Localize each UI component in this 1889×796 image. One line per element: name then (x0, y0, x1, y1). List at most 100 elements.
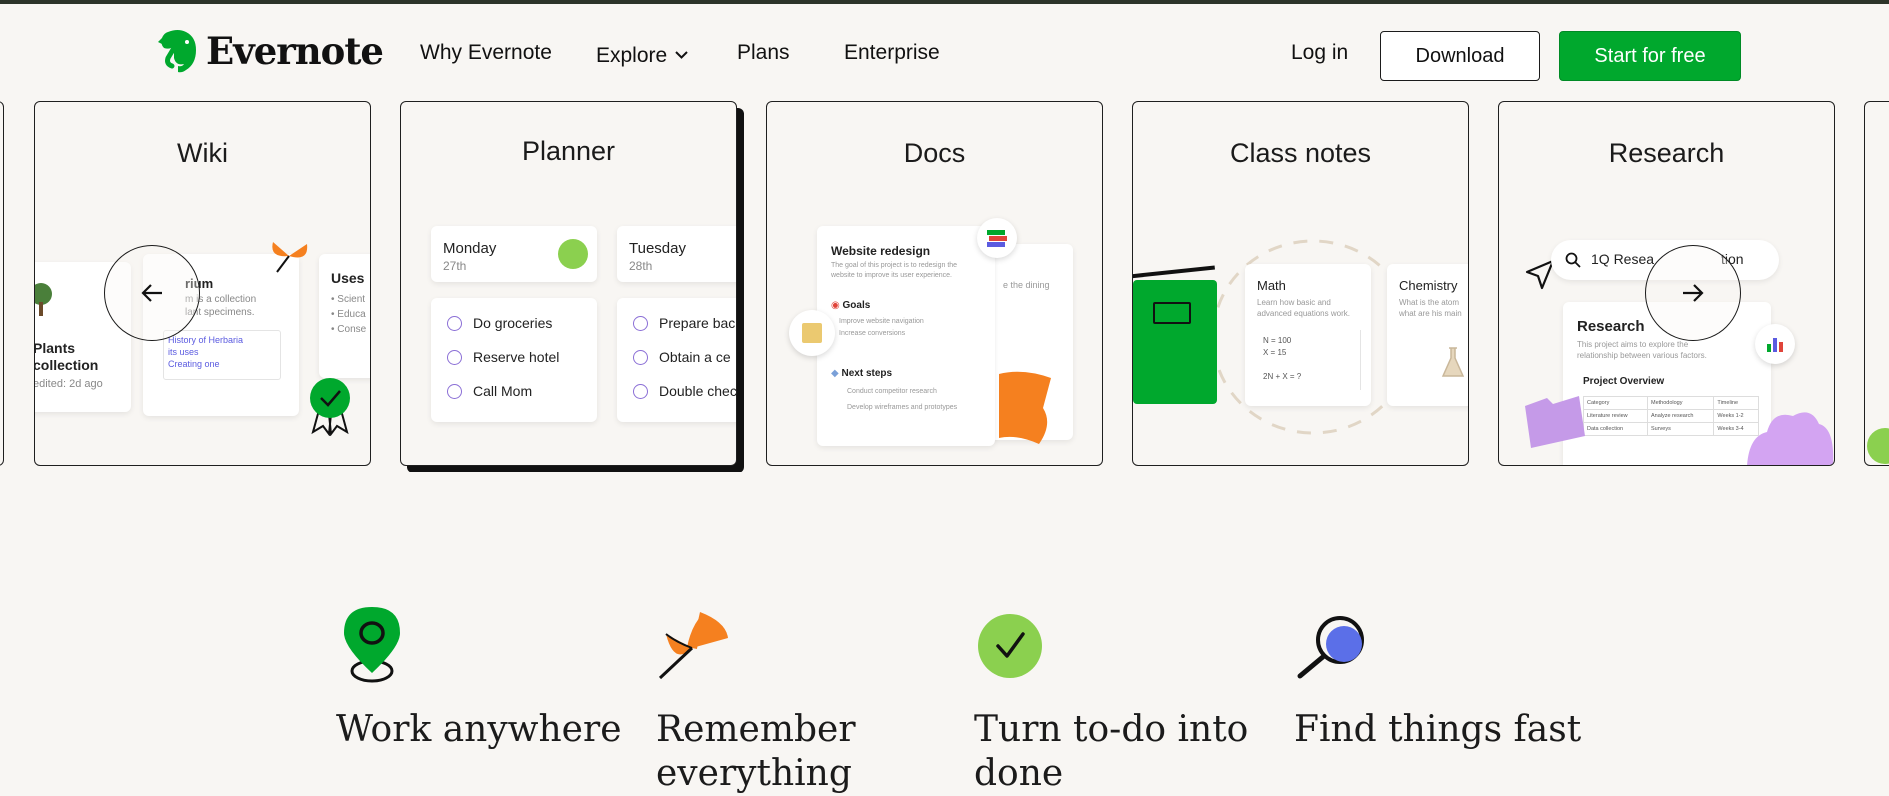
site-header: Evernote Why Evernote Explore Plans Ente… (0, 4, 1889, 100)
bar-chart-icon (1767, 338, 1783, 352)
docs-goal-1: Improve website navigation (839, 318, 924, 325)
card-title: Docs (903, 138, 966, 168)
feature-work-anywhere (340, 605, 406, 690)
feature-remember-everything (656, 608, 732, 685)
nav-explore-label: Explore (596, 44, 668, 67)
planner-day-2-date: 28th (629, 259, 653, 273)
card-title: Planner (521, 136, 616, 166)
card-title: Research (1608, 138, 1725, 168)
math-desc-2: advanced equations work. (1257, 309, 1350, 318)
herbarium-link-3: Creating one (168, 359, 220, 369)
uses-item-1: • Scient (331, 294, 366, 305)
docs-title: Website redesign (831, 244, 931, 258)
docs-page: Website redesign The goal of this projec… (817, 226, 995, 446)
card-title: Wiki (177, 138, 228, 168)
nav-why-evernote[interactable]: Why Evernote (420, 41, 552, 65)
card-previous-partial[interactable] (0, 101, 4, 466)
planner-day-1: Monday 27th (431, 226, 597, 282)
uses-item-3: • Conse (331, 324, 367, 335)
research-desc-2: relationship between various factors. (1577, 351, 1707, 360)
herbarium-link-2: its uses (168, 347, 199, 357)
math-title: Math (1257, 278, 1286, 293)
carousel-prev-button[interactable] (104, 245, 200, 341)
chemistry-title: Chemistry (1399, 278, 1458, 293)
task-label: Reserve hotel (473, 349, 560, 365)
target-icon: ◉ (831, 300, 840, 311)
purple-blob-icon (1747, 412, 1834, 465)
butterfly-icon (658, 612, 728, 680)
carousel-next-button[interactable] (1645, 245, 1741, 341)
math-equations: N = 100 X = 15 2N + X = ? (1257, 330, 1361, 390)
sticky-note-icon (802, 323, 822, 343)
card-next-partial[interactable] (1864, 101, 1889, 466)
card-planner[interactable]: Planner Monday 27th Do groceries Reserve… (400, 101, 737, 466)
task-checkbox[interactable] (633, 316, 648, 331)
note-sticker (789, 310, 835, 356)
feature-turn-todo-done (976, 612, 1044, 685)
research-search-text: 1Q Resea (1591, 251, 1655, 267)
chart-sticker (1755, 324, 1795, 364)
docs-goals: ◉ Goals (831, 300, 871, 311)
herbarium-link-1: History of Herbaria (168, 335, 244, 345)
feature-title: Turn to-do into done (974, 709, 1249, 794)
login-link[interactable]: Log in (1291, 41, 1348, 65)
task-label: Double chec (659, 383, 737, 399)
math-eq-3: 2N + X = ? (1263, 372, 1302, 381)
card-class-notes[interactable]: Class notes Math Learn how basic and adv… (1132, 101, 1469, 466)
green-notebook (1133, 280, 1217, 404)
plants-edited: edited: 2d ago (34, 378, 103, 390)
folder-icon (1525, 396, 1585, 448)
docs-goal-2: Increase conversions (839, 330, 906, 337)
planner-tasks-1: Do groceries Reserve hotel Call Mom (431, 298, 597, 422)
nav-plans[interactable]: Plans (737, 41, 790, 65)
flask-icon (1441, 347, 1465, 377)
table-cell: Literature review (1583, 409, 1648, 423)
card-research[interactable]: Research 1Q Resea tion Research This pro… (1498, 101, 1835, 466)
use-case-carousel: Wiki Plants collection edited: 2d ago ri… (0, 100, 1889, 472)
brand-logo[interactable]: Evernote (156, 28, 384, 74)
chemistry-desc-2: what are his main (1399, 309, 1462, 318)
task-checkbox[interactable] (447, 316, 462, 331)
math-card: Math Learn how basic and advanced equati… (1245, 264, 1371, 406)
task-label: Obtain a ce (659, 349, 731, 365)
math-desc-1: Learn how basic and (1257, 298, 1331, 307)
card-title: Class notes (1229, 138, 1372, 168)
planner-tasks-2: Prepare bac Obtain a ce Double chec (617, 298, 737, 422)
docs-step-2: Develop wireframes and prototypes (847, 404, 958, 411)
books-icon (987, 230, 1007, 247)
start-for-free-button[interactable]: Start for free (1559, 31, 1741, 81)
table-header-cell: Methodology (1646, 396, 1715, 410)
nav-enterprise[interactable]: Enterprise (844, 41, 940, 65)
planner-day-1-date: 27th (443, 259, 467, 273)
arrow-left-icon (141, 284, 162, 302)
feature-title: Find things fast (1294, 709, 1582, 750)
planner-day-2: Tuesday 28th (617, 226, 736, 282)
table-header-cell: Category (1583, 396, 1648, 410)
elephant-logo-icon (158, 30, 196, 73)
chevron-down-icon (675, 41, 688, 65)
card-docs[interactable]: Docs e the dining Website redesign The g… (766, 101, 1103, 466)
nav-explore[interactable]: Explore (596, 41, 688, 68)
plants-title: Plants (34, 340, 76, 356)
download-button[interactable]: Download (1380, 31, 1540, 81)
books-sticker (977, 218, 1017, 258)
notebook-label (1153, 302, 1191, 324)
task-checkbox[interactable] (447, 350, 462, 365)
task-label: Prepare bac (659, 315, 736, 331)
green-blob-icon (1867, 428, 1889, 464)
task-checkbox[interactable] (447, 384, 462, 399)
research-desc-1: This project aims to explore the (1577, 340, 1689, 349)
uses-title: Uses (331, 270, 365, 286)
planner-day-2-name: Tuesday (629, 240, 686, 257)
butterfly-icon (272, 242, 308, 273)
map-pin-icon (344, 607, 400, 683)
task-checkbox[interactable] (633, 384, 648, 399)
card-wiki[interactable]: Wiki Plants collection edited: 2d ago ri… (34, 101, 371, 466)
research-table: Category Methodology Timeline Literature… (1583, 396, 1759, 436)
table-cell: Surveys (1646, 422, 1715, 436)
research-overview: Project Overview (1583, 376, 1665, 387)
plants-title-2: collection (34, 357, 99, 373)
math-eq-2: X = 15 (1263, 348, 1287, 357)
chemistry-card: Chemistry What is the atom what are his … (1387, 264, 1468, 406)
task-checkbox[interactable] (633, 350, 648, 365)
